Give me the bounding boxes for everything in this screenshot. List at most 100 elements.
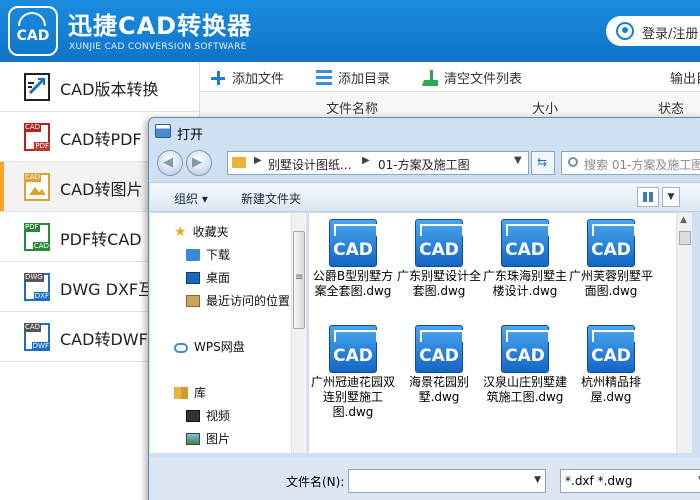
cad-file-icon: CAD (415, 219, 464, 267)
file-item[interactable]: CAD 广州冠迪花园双连别墅施工图.dwg (309, 319, 397, 420)
nav-label: 图片 (206, 432, 231, 446)
add-file-button[interactable]: 添加文件 (210, 68, 284, 87)
file-list-header: 文件名称 大小 状态 (200, 92, 700, 118)
icon-tag: CAD (24, 323, 42, 332)
organize-button[interactable]: 组织 ▾ (174, 190, 208, 207)
video-library-icon (186, 410, 200, 422)
add-folder-label: 添加目录 (338, 72, 391, 87)
file-item[interactable]: CAD 广东别墅设计全套图.dwg (395, 213, 483, 299)
nav-label: WPS网盘 (194, 340, 245, 354)
cad-file-icon: CAD (415, 325, 464, 373)
cad-to-dwf-icon: CAD DWF (24, 323, 50, 351)
filename-input[interactable]: ▼ (348, 469, 546, 493)
cad-file-icon: CAD (329, 219, 378, 267)
cloud-icon (174, 343, 188, 353)
icon-tag: PDF (24, 223, 40, 232)
sidebar-item-label: PDF转CAD (60, 230, 142, 249)
desktop-icon (186, 272, 200, 284)
scroll-up-icon[interactable]: ▲ (680, 215, 687, 225)
nav-scrollbar[interactable] (291, 213, 305, 453)
view-dropdown-button[interactable]: ▼ (662, 187, 680, 207)
add-folder-button[interactable]: 添加目录 (316, 68, 390, 87)
nav-recent-places[interactable]: 最近访问的位置 (186, 292, 290, 309)
back-button[interactable]: ◀ (157, 150, 183, 176)
address-bar[interactable]: ▶ 别墅设计图纸... ▶ 01-方案及施工图 ▼ (227, 151, 529, 175)
app-title: 迅捷CAD转换器 (68, 12, 253, 40)
search-placeholder: 搜索 01-方案及施工图 (584, 158, 700, 172)
col-size[interactable]: 大小 (532, 98, 558, 117)
cad-file-icon: CAD (587, 219, 636, 267)
nav-desktop[interactable]: 桌面 (186, 269, 230, 286)
file-item[interactable]: CAD 广州芙蓉别墅平面图.dwg (567, 213, 655, 299)
icon-tag: CAD (24, 123, 42, 132)
col-status[interactable]: 状态 (658, 98, 684, 117)
file-name: 公爵B型别墅方案全套图.dwg (312, 269, 394, 298)
nav-label: 下载 (206, 248, 231, 262)
filetype-value: *.dxf *.dwg (565, 474, 633, 488)
new-folder-button[interactable]: 新建文件夹 (241, 190, 301, 207)
view-mode-button[interactable] (637, 187, 659, 207)
chevron-down-icon[interactable]: ▼ (514, 155, 522, 166)
dialog-bottom-bar: 文件名(N): ▼ *.dxf *.dwg ▼ (150, 458, 700, 500)
dialog-folder-icon (155, 124, 171, 138)
clear-list-label: 清空文件列表 (444, 72, 523, 87)
folder-icon (232, 157, 246, 168)
cad-to-image-icon: CAD (24, 173, 50, 201)
nav-libraries[interactable]: 库 (174, 384, 206, 401)
icon-tag: DXF (33, 292, 50, 301)
cad-file-icon: CAD (501, 325, 550, 373)
file-name: 汉泉山庄别墅建筑施工图.dwg (482, 375, 567, 404)
nav-label: 最近访问的位置 (206, 294, 291, 308)
file-name: 广州芙蓉别墅平面图.dwg (568, 269, 653, 298)
file-item[interactable]: CAD 广东珠海别墅主楼设计.dwg (481, 213, 569, 299)
nav-wps-cloud[interactable]: WPS网盘 (174, 338, 245, 355)
cad-file-icon: CAD (587, 325, 636, 373)
sidebar-item-label: CAD转DWF (60, 330, 148, 349)
file-item[interactable]: CAD 海景花园别墅.dwg (395, 319, 483, 405)
chevron-down-icon[interactable]: ▼ (534, 475, 541, 485)
refresh-icon: ⇆ (537, 155, 548, 169)
file-item[interactable]: CAD 公爵B型别墅方案全套图.dwg (309, 213, 397, 299)
app-logo: CAD (8, 6, 58, 56)
broom-icon (422, 70, 438, 86)
file-item[interactable]: CAD 汉泉山庄别墅建筑施工图.dwg (481, 319, 569, 405)
filename-label: 文件名(N): (286, 475, 345, 489)
user-icon (616, 22, 634, 40)
clear-list-button[interactable]: 清空文件列表 (422, 68, 522, 87)
nav-favorites[interactable]: ★ 收藏夹 (174, 223, 229, 240)
file-item[interactable]: CAD 杭州精品排屋.dwg (567, 319, 655, 405)
search-input[interactable]: 搜索 01-方案及施工图 (561, 151, 700, 175)
main-toolbar: 添加文件 添加目录 清空文件列表 输出目录 (200, 62, 700, 92)
logo-arc-icon (18, 12, 46, 26)
cad-to-pdf-icon: CAD PDF (24, 123, 50, 151)
file-name: 海景花园别墅.dwg (408, 375, 469, 404)
sidebar-item-cad-version[interactable]: CAD版本转换 (0, 62, 199, 112)
icon-tag: PDF (34, 142, 50, 151)
nav-pictures[interactable]: 图片 (186, 430, 230, 447)
filetype-select[interactable]: *.dxf *.dwg ▼ (560, 469, 700, 493)
library-icon (174, 387, 188, 399)
open-file-dialog: 打开 ◀ ▶ ▶ 别墅设计图纸... ▶ 01-方案及施工图 ▼ ⇆ 搜索 01… (148, 117, 700, 500)
col-file-name[interactable]: 文件名称 (326, 98, 378, 117)
nav-downloads[interactable]: 下载 (186, 246, 230, 263)
forward-button[interactable]: ▶ (186, 150, 212, 176)
cad-version-icon (24, 73, 50, 101)
sidebar-item-label: CAD版本转换 (60, 80, 159, 99)
breadcrumb-separator-icon: ▶ (254, 155, 262, 166)
sidebar-item-label: CAD转PDF (60, 130, 142, 149)
file-grid-scrollbar[interactable]: ▲ (676, 213, 692, 453)
back-arrow-icon: ◀ (163, 155, 173, 170)
nav-videos[interactable]: 视频 (186, 407, 230, 424)
breadcrumb-item[interactable]: 01-方案及施工图 (378, 156, 470, 173)
file-name: 广东别墅设计全套图.dwg (396, 269, 481, 298)
logo-text: CAD (16, 28, 50, 44)
plus-icon (210, 70, 226, 86)
dwg-dxf-icon: DWG DXF (24, 273, 50, 301)
nav-scroll-thumb[interactable] (293, 231, 305, 329)
login-button[interactable]: 登录/注册 (606, 16, 700, 46)
refresh-button[interactable]: ⇆ (531, 151, 555, 175)
breadcrumb-item[interactable]: 别墅设计图纸... (268, 156, 351, 173)
download-folder-icon (186, 249, 200, 261)
file-grid-scroll-thumb[interactable] (679, 231, 691, 245)
output-dir-label[interactable]: 输出目录 (670, 68, 700, 87)
